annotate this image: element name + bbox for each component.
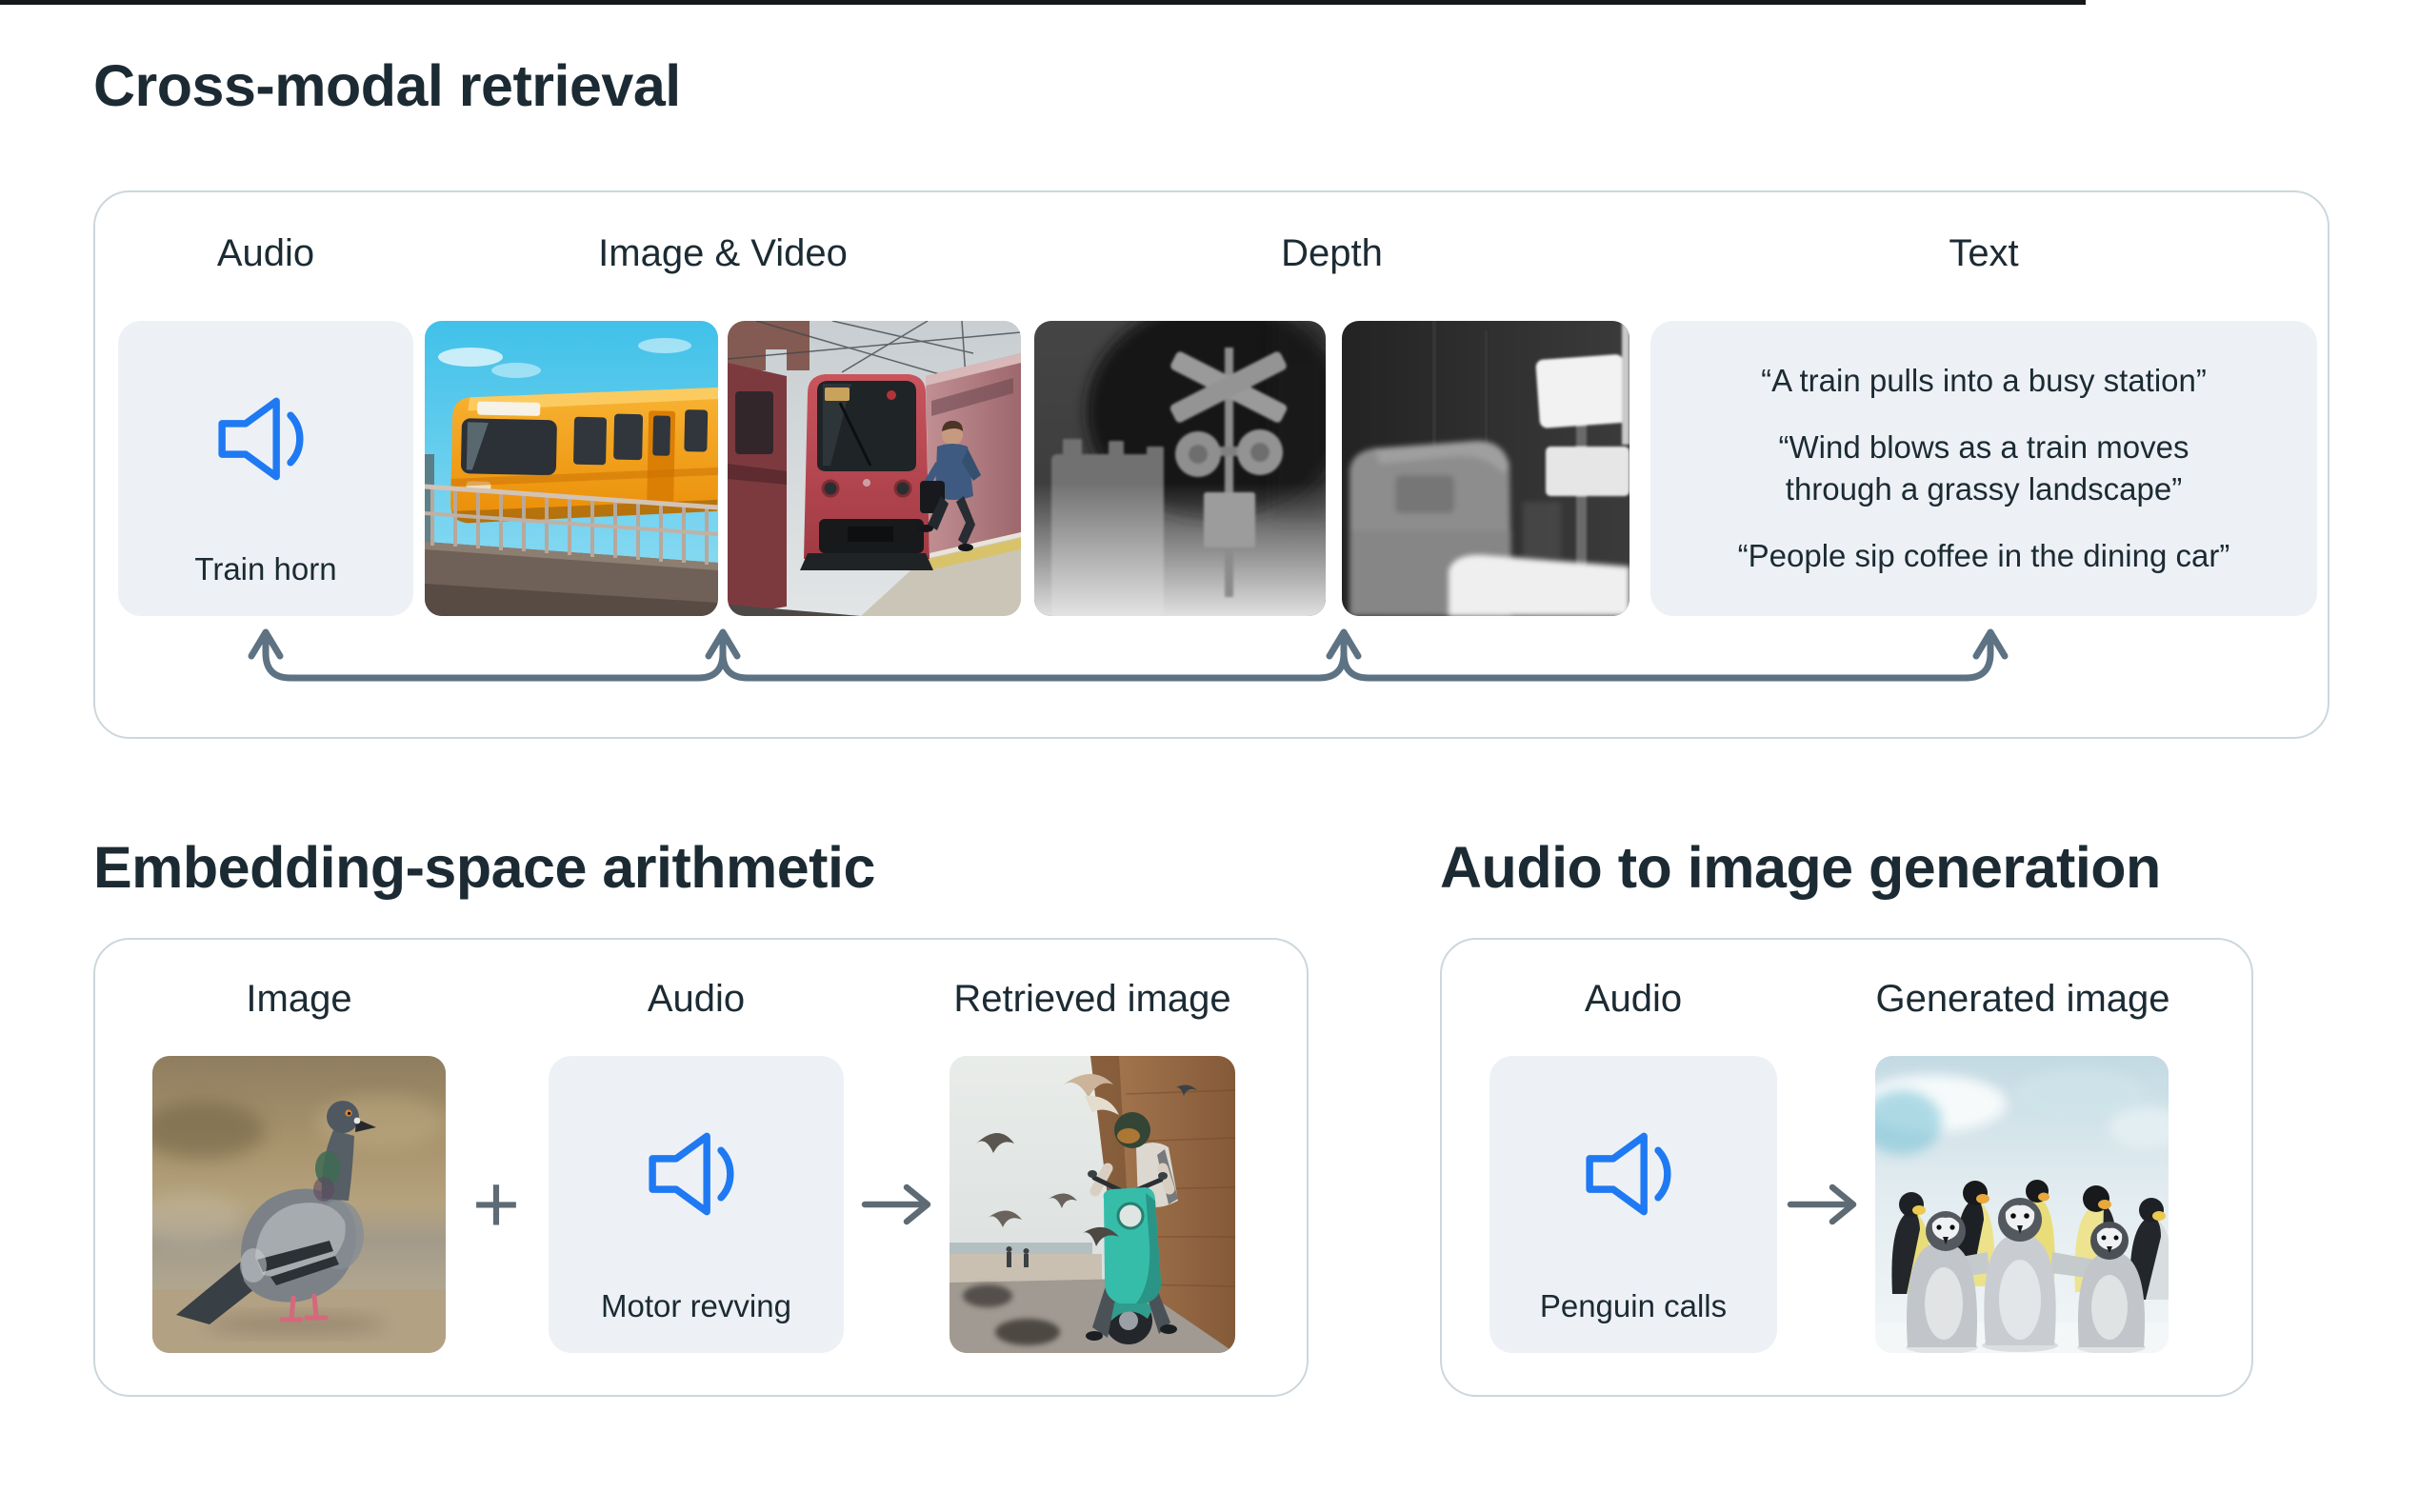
- depth-map-train-signs: [1342, 321, 1629, 616]
- text-quote: “Wind blows as a train moves through a g…: [1736, 427, 2231, 510]
- pigeon-photo: [152, 1056, 446, 1353]
- speaker-icon: [207, 380, 325, 498]
- speaker-icon: [1574, 1115, 1692, 1233]
- audio-sample-label: Motor revving: [549, 1288, 844, 1324]
- column-header-depth: Depth: [1034, 232, 1629, 275]
- audio-to-image-panel: Audio Generated image Penguin calls: [1440, 938, 2253, 1397]
- imagebind-capabilities-figure: Cross-modal retrieval Audio Image & Vide…: [0, 0, 2419, 1512]
- column-header-audio: Audio: [549, 978, 844, 1021]
- audio-sample-label: Penguin calls: [1489, 1288, 1777, 1324]
- up-arrow-bracket-icon: [95, 611, 2328, 711]
- column-header-generated-image: Generated image: [1842, 978, 2204, 1021]
- column-header-text: Text: [1650, 232, 2317, 275]
- section-title-audio-to-image: Audio to image generation: [1440, 834, 2161, 901]
- embedding-arithmetic-panel: Image Audio Retrieved image: [93, 938, 1309, 1397]
- top-border-line: [0, 0, 2086, 5]
- text-prompts-card: “A train pulls into a busy station” “Win…: [1650, 321, 2317, 616]
- audio-sample-card-train-horn: Train horn: [118, 321, 413, 616]
- column-header-audio: Audio: [1489, 978, 1777, 1021]
- train-photo-red-station: [728, 321, 1021, 616]
- train-photo-orange: [425, 321, 718, 616]
- audio-sample-label: Train horn: [118, 551, 413, 587]
- text-quote: “A train pulls into a busy station”: [1761, 360, 2207, 402]
- text-quote: “People sip coffee in the dining car”: [1738, 535, 2230, 577]
- section-title-embedding-arithmetic: Embedding-space arithmetic: [93, 834, 875, 901]
- generated-penguins-photo: [1875, 1056, 2169, 1353]
- column-header-retrieved-image: Retrieved image: [911, 978, 1273, 1021]
- audio-sample-card-penguin-calls: Penguin calls: [1489, 1056, 1777, 1353]
- column-header-audio: Audio: [118, 232, 413, 275]
- retrieved-scooter-photo: [950, 1056, 1235, 1353]
- cross-modal-panel: Audio Image & Video Depth Text Train hor…: [93, 190, 2329, 739]
- speaker-icon: [637, 1115, 755, 1233]
- depth-map-crossing-sign: [1034, 321, 1326, 616]
- right-arrow-icon: [861, 1180, 947, 1229]
- column-header-image-video: Image & Video: [425, 232, 1021, 275]
- right-arrow-icon: [1787, 1180, 1872, 1229]
- plus-operator: +: [453, 1056, 539, 1353]
- column-header-image: Image: [152, 978, 446, 1021]
- section-title-cross-modal-retrieval: Cross-modal retrieval: [93, 52, 681, 119]
- audio-sample-card-motor-revving: Motor revving: [549, 1056, 844, 1353]
